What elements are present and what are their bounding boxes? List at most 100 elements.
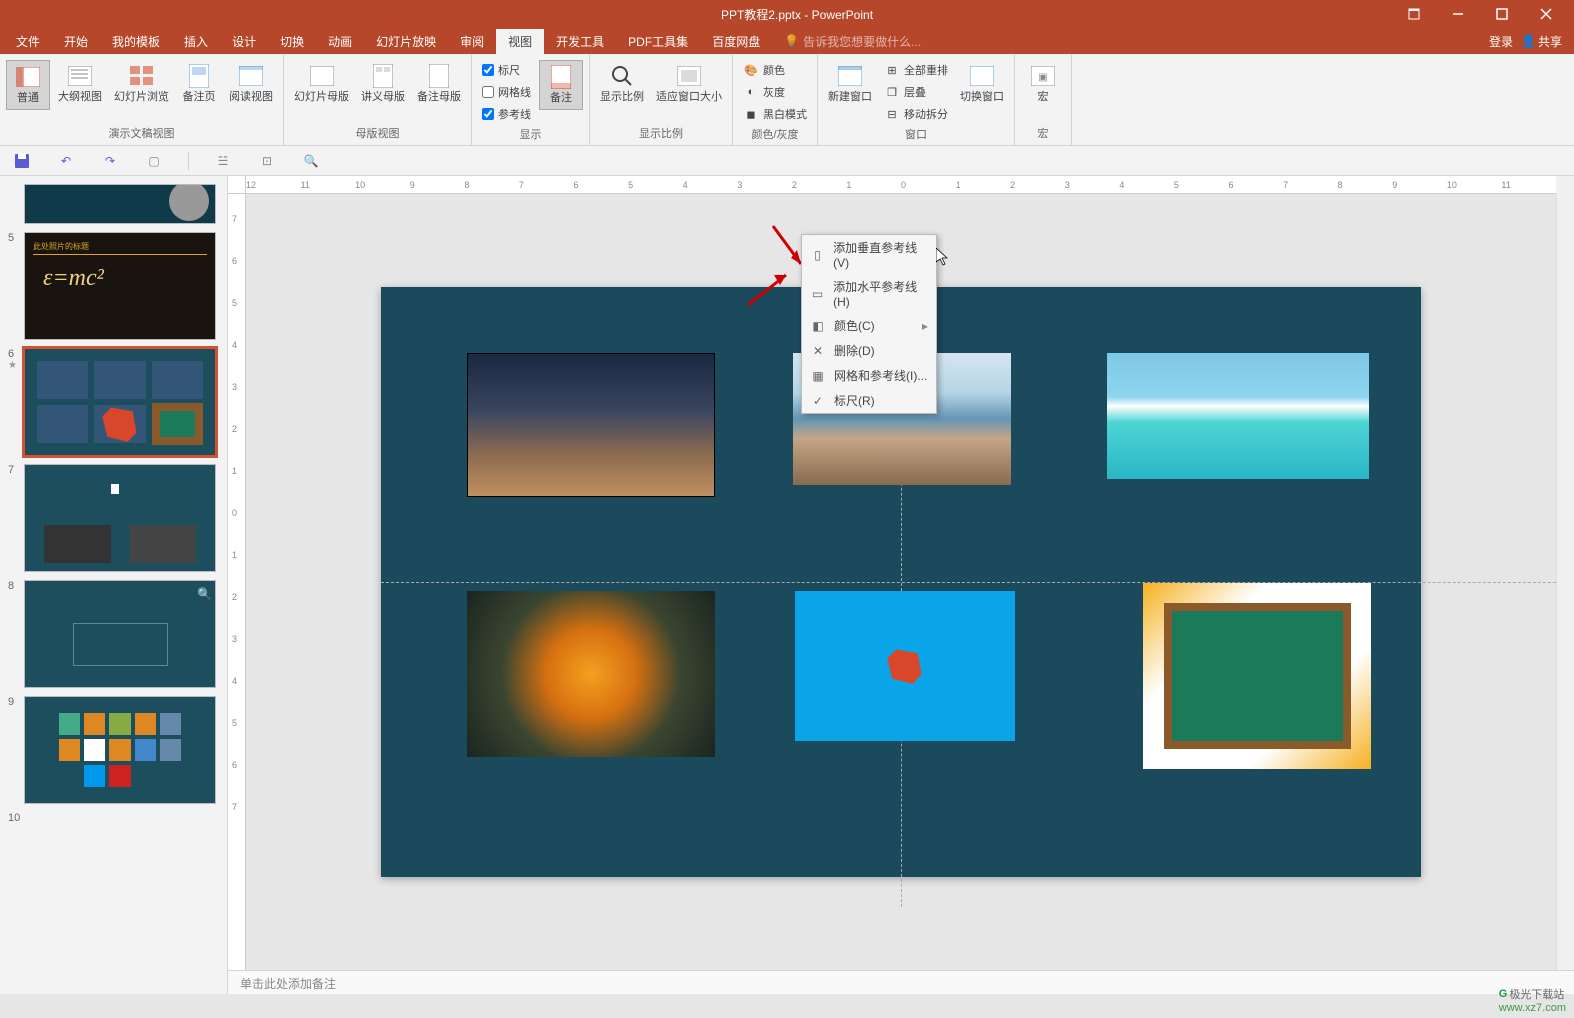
group-label: 颜色/灰度 bbox=[739, 124, 811, 144]
switch-window-icon bbox=[970, 64, 994, 88]
cascade-button[interactable]: ❐层叠 bbox=[880, 82, 952, 102]
handout-master-button[interactable]: 讲义母版 bbox=[357, 60, 409, 108]
tab-slideshow[interactable]: 幻灯片放映 bbox=[364, 29, 448, 54]
ruler-horizontal[interactable]: 1211109876543210123456789101112 bbox=[246, 176, 1556, 194]
qat-button-1[interactable]: ☱ bbox=[213, 151, 233, 171]
close-button[interactable] bbox=[1526, 2, 1566, 26]
cursor-icon bbox=[936, 248, 950, 269]
tab-insert[interactable]: 插入 bbox=[172, 29, 220, 54]
vertical-scrollbar[interactable] bbox=[1556, 194, 1574, 970]
thumbnail-item[interactable]: 8 🔍 bbox=[0, 576, 227, 692]
delete-icon: ✕ bbox=[810, 343, 826, 359]
main-area: 5 此处照片的标题 ε=mc² 6★ 7 8 🔍 bbox=[0, 176, 1574, 994]
gridlines-checkbox[interactable]: 网格线 bbox=[478, 82, 535, 102]
tab-templates[interactable]: 我的模板 bbox=[100, 29, 172, 54]
thumbnails-panel[interactable]: 5 此处照片的标题 ε=mc² 6★ 7 8 🔍 bbox=[0, 176, 228, 994]
slide-image-4[interactable] bbox=[467, 591, 715, 757]
thumbnail-item[interactable]: 9 bbox=[0, 692, 227, 808]
titlebar: PPT教程2.pptx - PowerPoint bbox=[0, 0, 1574, 28]
fit-window-icon bbox=[677, 64, 701, 88]
watermark: G极光下载站 www.xz7.com bbox=[1499, 986, 1566, 1014]
slide-image-6[interactable] bbox=[1143, 583, 1371, 769]
undo-button[interactable]: ↶ bbox=[56, 151, 76, 171]
slide-image-3[interactable] bbox=[1107, 353, 1369, 479]
context-ruler[interactable]: ✓ 标尺(R) bbox=[802, 388, 936, 413]
notes-panel[interactable]: 单击此处添加备注 bbox=[228, 970, 1574, 994]
tab-design[interactable]: 设计 bbox=[220, 29, 268, 54]
horizontal-guide[interactable] bbox=[381, 582, 1556, 583]
guides-checkbox[interactable]: 参考线 bbox=[478, 104, 535, 124]
ribbon-group-show: 标尺 网格线 参考线 备注 显示 bbox=[472, 54, 590, 145]
slide-image-5[interactable] bbox=[795, 591, 1015, 741]
arrange-all-button[interactable]: ⊞全部重排 bbox=[880, 60, 952, 80]
minimize-button[interactable] bbox=[1438, 2, 1478, 26]
bw-button[interactable]: ◼黑白模式 bbox=[739, 104, 811, 124]
tellme-input[interactable]: 💡 告诉我您想要做什么... bbox=[772, 29, 933, 54]
notes-master-icon bbox=[427, 64, 451, 88]
thumbnail-item[interactable]: 7 bbox=[0, 460, 227, 576]
grayscale-button[interactable]: ◐灰度 bbox=[739, 82, 811, 102]
share-button[interactable]: 👤 共享 bbox=[1521, 33, 1562, 50]
tab-review[interactable]: 审阅 bbox=[448, 29, 496, 54]
start-slideshow-button[interactable]: ▢ bbox=[144, 151, 164, 171]
maximize-button[interactable] bbox=[1482, 2, 1522, 26]
qat-button-2[interactable]: ⊡ bbox=[257, 151, 277, 171]
tab-view[interactable]: 视图 bbox=[496, 29, 544, 54]
new-window-icon bbox=[838, 64, 862, 88]
tab-baidu[interactable]: 百度网盘 bbox=[700, 29, 772, 54]
arrange-icon: ⊞ bbox=[884, 62, 900, 78]
outline-view-button[interactable]: 大纲视图 bbox=[54, 60, 106, 108]
tab-transitions[interactable]: 切换 bbox=[268, 29, 316, 54]
context-add-vertical-guide[interactable]: ▯ 添加垂直参考线(V) bbox=[802, 235, 936, 274]
context-color[interactable]: ◧ 颜色(C) ▸ bbox=[802, 313, 936, 338]
ruler-vertical[interactable]: 765432101234567 bbox=[228, 194, 246, 970]
context-grid-guides[interactable]: ▦ 网格和参考线(I)... bbox=[802, 363, 936, 388]
tab-developer[interactable]: 开发工具 bbox=[544, 29, 616, 54]
color-mode-button[interactable]: 🎨颜色 bbox=[739, 60, 811, 80]
checkmark-icon: ✓ bbox=[810, 393, 826, 409]
svg-text:▣: ▣ bbox=[1038, 72, 1047, 83]
reading-view-button[interactable]: 阅读视图 bbox=[225, 60, 277, 108]
notes-master-button[interactable]: 备注母版 bbox=[413, 60, 465, 108]
tab-home[interactable]: 开始 bbox=[52, 29, 100, 54]
fit-window-button[interactable]: 适应窗口大小 bbox=[652, 60, 726, 108]
ruler-checkbox[interactable]: 标尺 bbox=[478, 60, 535, 80]
switch-window-button[interactable]: 切换窗口 bbox=[956, 60, 1008, 108]
ribbon-group-window: 新建窗口 ⊞全部重排 ❐层叠 ⊟移动拆分 切换窗口 窗口 bbox=[818, 54, 1015, 145]
sorter-view-button[interactable]: 幻灯片浏览 bbox=[110, 60, 173, 108]
thumbnail-item[interactable]: 6★ bbox=[0, 344, 227, 460]
group-label: 宏 bbox=[1021, 123, 1065, 143]
thumbnail-item[interactable]: 10 bbox=[0, 808, 227, 828]
save-button[interactable] bbox=[12, 151, 32, 171]
editor-area: 1211109876543210123456789101112 76543210… bbox=[228, 176, 1574, 994]
macros-button[interactable]: ▣ 宏 bbox=[1021, 60, 1065, 108]
zoom-button[interactable]: 显示比例 bbox=[596, 60, 648, 108]
group-label: 演示文稿视图 bbox=[6, 123, 277, 143]
context-add-horizontal-guide[interactable]: ▭ 添加水平参考线(H) bbox=[802, 274, 936, 313]
tab-pdf[interactable]: PDF工具集 bbox=[616, 29, 700, 54]
ribbon-group-presentation-views: 普通 大纲视图 幻灯片浏览 备注页 阅读视图 演示文稿视图 bbox=[0, 54, 284, 145]
ribbon-display-options[interactable] bbox=[1394, 2, 1434, 26]
normal-view-button[interactable]: 普通 bbox=[6, 60, 50, 110]
slide-image-1[interactable] bbox=[467, 353, 715, 497]
group-label: 母版视图 bbox=[290, 123, 465, 143]
tab-animations[interactable]: 动画 bbox=[316, 29, 364, 54]
thumbnail-item[interactable]: 5 此处照片的标题 ε=mc² bbox=[0, 228, 227, 344]
notes-page-button[interactable]: 备注页 bbox=[177, 60, 221, 108]
ribbon-group-macros: ▣ 宏 宏 bbox=[1015, 54, 1072, 145]
login-link[interactable]: 登录 bbox=[1489, 33, 1513, 50]
slide-master-button[interactable]: 幻灯片母版 bbox=[290, 60, 353, 108]
share-icon: 👤 bbox=[1521, 34, 1536, 48]
slide-canvas[interactable]: ▯ 添加垂直参考线(V) ▭ 添加水平参考线(H) ◧ 颜色(C) ▸ ✕ bbox=[246, 194, 1556, 970]
thumbnail-item[interactable] bbox=[0, 180, 227, 228]
move-split-button[interactable]: ⊟移动拆分 bbox=[880, 104, 952, 124]
new-window-button[interactable]: 新建窗口 bbox=[824, 60, 876, 108]
macros-icon: ▣ bbox=[1031, 64, 1055, 88]
notes-button[interactable]: 备注 bbox=[539, 60, 583, 110]
context-delete[interactable]: ✕ 删除(D) bbox=[802, 338, 936, 363]
zoom-icon bbox=[610, 64, 634, 88]
tab-file[interactable]: 文件 bbox=[4, 29, 52, 54]
quick-access-bar: ↶ ↷ ▢ ☱ ⊡ 🔍 bbox=[0, 146, 1574, 176]
redo-button[interactable]: ↷ bbox=[100, 151, 120, 171]
qat-button-3[interactable]: 🔍 bbox=[301, 151, 321, 171]
